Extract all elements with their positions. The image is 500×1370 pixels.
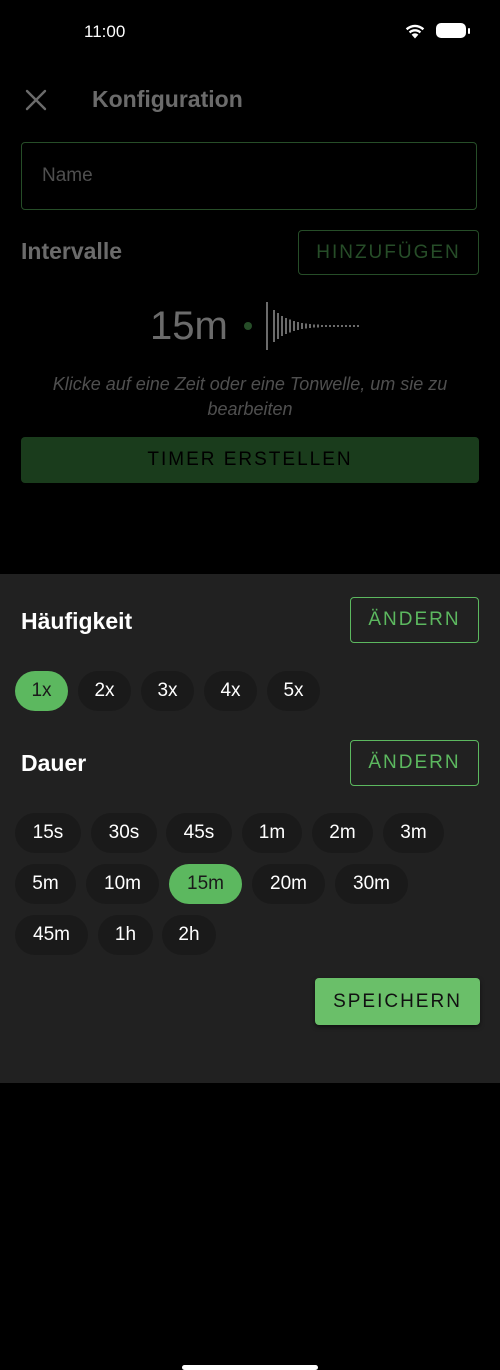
wifi-icon xyxy=(405,24,425,39)
duration-chip[interactable]: 1h xyxy=(98,915,153,955)
status-time: 11:00 xyxy=(84,22,126,41)
change-frequency-button[interactable]: ÄNDERN xyxy=(350,597,479,643)
duration-chip[interactable]: 45m xyxy=(15,915,88,955)
bottom-sheet: Häufigkeit ÄNDERN 1x 2x 3x 4x 5x Dauer Ä… xyxy=(0,574,500,1370)
duration-chip[interactable]: 30m xyxy=(335,864,408,904)
interval-dot xyxy=(243,322,252,330)
battery-icon xyxy=(436,23,470,38)
edit-hint: Klicke auf eine Zeit oder eine Tonwelle,… xyxy=(52,374,448,419)
close-icon[interactable] xyxy=(24,88,48,112)
config-screen-dimmed: Konfiguration Intervalle HINZUFÜGEN 15m xyxy=(0,64,500,574)
intervals-label: Intervalle xyxy=(21,238,122,264)
add-interval-button[interactable]: HINZUFÜGEN xyxy=(298,230,479,275)
frequency-label: Häufigkeit xyxy=(21,608,133,634)
name-input[interactable] xyxy=(21,142,477,210)
change-duration-button[interactable]: ÄNDERN xyxy=(350,740,479,786)
duration-chip[interactable]: 15s xyxy=(15,813,81,853)
duration-chip[interactable]: 2h xyxy=(162,915,216,955)
save-button[interactable]: SPEICHERN xyxy=(315,978,480,1025)
duration-chip[interactable]: 10m xyxy=(86,864,159,904)
interval-item: 15m xyxy=(150,300,366,352)
status-bar: 11:00 xyxy=(0,0,500,64)
frequency-chip[interactable]: 5x xyxy=(267,671,320,711)
frequency-chip[interactable]: 2x xyxy=(78,671,131,711)
create-timer-button[interactable]: TIMER ERSTELLEN xyxy=(21,437,479,483)
soundwave-icon[interactable] xyxy=(265,300,366,352)
frequency-chip[interactable]: 4x xyxy=(204,671,257,711)
duration-chip[interactable]: 20m xyxy=(252,864,325,904)
duration-chip[interactable]: 1m xyxy=(242,813,302,853)
frequency-chip[interactable]: 3x xyxy=(141,671,194,711)
duration-label: Dauer xyxy=(21,750,87,776)
duration-chip[interactable]: 30s xyxy=(91,813,157,853)
duration-chip[interactable]: 15m xyxy=(169,864,242,904)
interval-time[interactable]: 15m xyxy=(150,304,228,349)
page-title: Konfiguration xyxy=(92,86,243,112)
home-indicator xyxy=(182,1365,318,1370)
duration-chip[interactable]: 5m xyxy=(15,864,76,904)
duration-chip[interactable]: 3m xyxy=(383,813,444,853)
duration-chip[interactable]: 2m xyxy=(312,813,373,853)
frequency-chip[interactable]: 1x xyxy=(15,671,68,711)
duration-chip[interactable]: 45s xyxy=(166,813,232,853)
